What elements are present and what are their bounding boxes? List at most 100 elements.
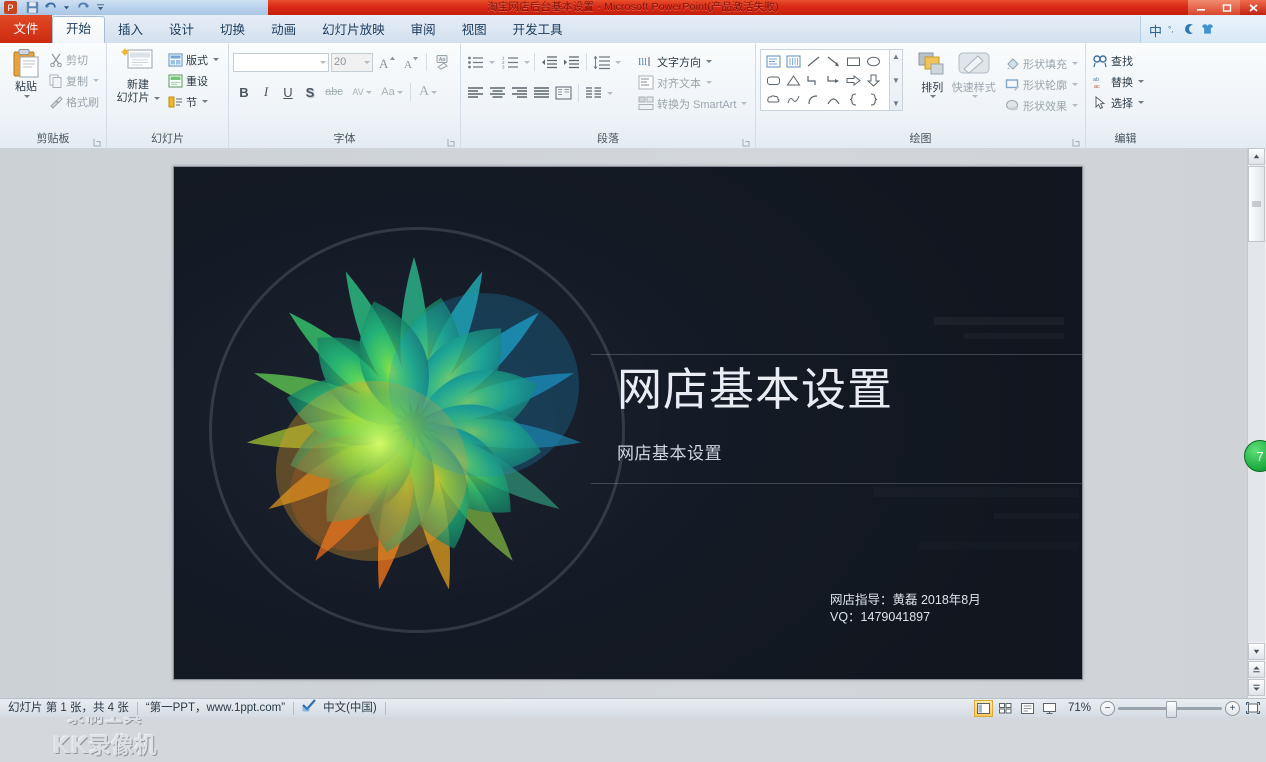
numbering-button[interactable]: 123 [500,52,521,73]
spacing-dropdown-icon[interactable] [365,90,372,94]
shape-effects-button[interactable]: 形状效果 [1002,95,1081,116]
new-slide-button[interactable]: 新建 幻灯片 [111,46,165,126]
layout-button[interactable]: 版式 [165,49,222,70]
shape-textbox-icon[interactable] [763,52,783,71]
shape-right-arrow-icon[interactable] [843,71,863,90]
shape-curve-icon[interactable] [823,90,843,109]
find-button[interactable]: 查找 [1090,50,1161,71]
shape-elbow-arrow-icon[interactable] [823,71,843,90]
section-dropdown-icon[interactable] [202,100,208,103]
shape-oval-icon[interactable] [863,52,883,71]
align-text-dropdown-icon[interactable] [706,81,712,84]
shape-outline-dropdown-icon[interactable] [1072,83,1078,86]
replace-button[interactable]: ab ac 替换 [1090,71,1161,92]
clipboard-dialog-launcher[interactable] [93,136,102,147]
next-slide-button[interactable] [1248,679,1265,696]
replace-dropdown-icon[interactable] [1138,80,1144,83]
arrange-button[interactable]: 排列 [913,49,951,129]
shape-arc-icon[interactable] [803,90,823,109]
slideshow-button[interactable] [1040,700,1059,717]
previous-slide-button[interactable] [1248,661,1265,678]
align-left-button[interactable] [465,83,486,104]
minimize-button[interactable] [1188,0,1214,15]
copy-button[interactable]: 复制 [46,70,102,91]
shape-left-brace-icon[interactable] [843,90,863,109]
tab-home[interactable]: 开始 [52,16,106,44]
layout-dropdown-icon[interactable] [213,58,219,61]
shape-outline-button[interactable]: 形状轮廓 [1002,74,1081,95]
quick-styles-button[interactable]: 快速样式 [951,49,996,129]
shape-line-icon[interactable] [803,52,823,71]
shape-fill-button[interactable]: 形状填充 [1002,53,1081,74]
shape-rounded-rect-icon[interactable] [763,71,783,90]
close-button[interactable] [1240,0,1266,15]
bullets-button[interactable] [465,52,486,73]
strikethrough-button[interactable]: abc [321,82,347,103]
tab-file[interactable]: 文件 [0,15,52,43]
select-button[interactable]: 选择 [1090,92,1161,113]
underline-button[interactable]: U [277,82,299,103]
font-size-input[interactable]: 20 [331,52,373,72]
columns-dropdown-icon[interactable] [607,91,613,95]
shape-triangle-icon[interactable] [783,71,803,90]
shape-effects-dropdown-icon[interactable] [1072,104,1078,107]
case-dropdown-icon[interactable] [396,90,403,94]
font-color-dropdown-icon[interactable] [431,90,438,94]
slide-footer[interactable]: 网店指导：黄磊 2018年8月 VQ：1479041897 [830,592,981,626]
select-dropdown-icon[interactable] [1138,101,1144,104]
slide-subtitle[interactable]: 网店基本设置 [617,439,722,464]
decrease-indent-button[interactable] [539,52,560,73]
paste-dropdown-icon[interactable] [24,95,30,98]
ime-mode-label[interactable]: 中 [1149,21,1162,40]
format-painter-button[interactable]: 格式刷 [46,91,102,112]
increase-indent-button[interactable] [561,52,582,73]
tab-review[interactable]: 审阅 [398,17,449,43]
shape-arrow-icon[interactable] [823,52,843,71]
copy-dropdown-icon[interactable] [93,79,99,82]
reading-view-button[interactable] [1018,700,1037,717]
align-right-button[interactable] [509,83,530,104]
font-dialog-launcher[interactable] [447,136,456,147]
maximize-button[interactable] [1214,0,1240,15]
gallery-scroll-down-icon[interactable]: ▼ [892,76,900,85]
italic-button[interactable]: I [255,82,277,103]
decrease-font-size-button[interactable]: A [399,52,421,73]
gallery-scroll-up-icon[interactable]: ▲ [892,52,900,61]
text-shadow-button[interactable]: S [299,82,321,103]
section-button[interactable]: 节 [165,91,222,112]
ribbon-tab-strip[interactable]: 文件 开始 插入 设计 切换 动画 幻灯片放映 审阅 视图 开发工具 [0,15,1266,44]
paragraph-dialog-launcher[interactable] [742,136,751,147]
language-label[interactable]: 中文(中国) [323,699,377,717]
zoom-out-button[interactable]: − [1100,700,1115,716]
arrange-dropdown-icon[interactable] [930,95,937,98]
shape-vertical-text-icon[interactable] [783,52,803,71]
ime-language-bar[interactable]: 中 °, [1140,16,1266,44]
moon-icon[interactable] [1184,23,1196,38]
spellcheck-icon[interactable] [302,698,317,718]
zoom-slider-thumb[interactable] [1166,700,1177,718]
scroll-up-button[interactable] [1248,148,1265,165]
bullets-dropdown-icon[interactable] [489,60,495,64]
slide-canvas[interactable]: 网店基本设置 网店基本设置 网店指导：黄磊 2018年8月 VQ：1479041… [173,166,1083,680]
drawing-dialog-launcher[interactable] [1072,136,1081,147]
tab-insert[interactable]: 插入 [105,17,156,43]
zoom-in-button[interactable]: + [1225,700,1240,716]
text-direction-button[interactable]: Ill 文字方向 [635,51,750,72]
font-color-button[interactable]: A [414,82,442,103]
tab-slideshow[interactable]: 幻灯片放映 [309,17,398,43]
change-case-button[interactable]: Aa [377,82,407,103]
tab-transitions[interactable]: 切换 [207,17,258,43]
tab-animations[interactable]: 动画 [258,17,309,43]
scroll-down-button[interactable] [1248,643,1265,660]
shapes-gallery-scroll[interactable]: ▲ ▼ ▼ [890,49,903,111]
shape-fill-dropdown-icon[interactable] [1072,62,1078,65]
shape-right-brace-icon[interactable] [863,90,883,109]
shirt-icon[interactable] [1201,23,1214,38]
increase-font-size-button[interactable]: A [375,52,397,73]
font-size-dropdown-icon[interactable] [364,60,370,64]
pinyin-icon[interactable]: °, [1167,23,1179,38]
line-spacing-button[interactable] [591,52,612,73]
font-name-dropdown-icon[interactable] [320,60,326,64]
zoom-level-label[interactable]: 71% [1062,699,1097,717]
shape-freeform-icon[interactable] [783,90,803,109]
